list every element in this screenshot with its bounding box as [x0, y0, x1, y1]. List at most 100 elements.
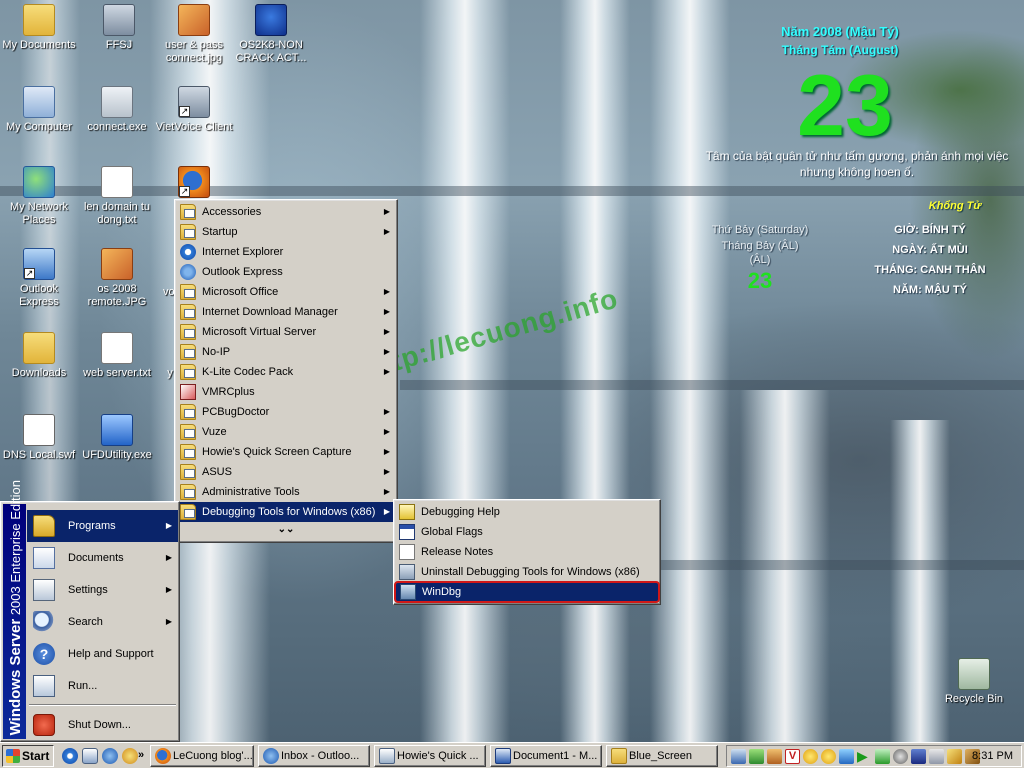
folder-icon: [23, 4, 55, 36]
program-group-icon: [180, 204, 196, 220]
programs-item-outlook-express[interactable]: Outlook Express: [175, 262, 397, 282]
programs-item-no-ip[interactable]: No-IP ▶: [175, 342, 397, 362]
desktop-icon-label: OS2K8-NON CRACK ACT...: [235, 39, 307, 64]
messenger-icon[interactable]: [803, 749, 818, 764]
desktop-icon-vietvoice[interactable]: ↗ VietVoice Client: [155, 86, 233, 134]
programs-item-pcbugdoctor[interactable]: PCBugDoctor ▶: [175, 402, 397, 422]
lunar-year-name: NĂM: MẬU TÝ: [893, 284, 967, 296]
debug-item-uninstall[interactable]: Uninstall Debugging Tools for Windows (x…: [394, 562, 660, 582]
desktop-icon-dns-local-swf[interactable]: DNS Local.swf: [0, 414, 78, 462]
programs-item-vuze[interactable]: Vuze ▶: [175, 422, 397, 442]
desktop-icon-os2008-jpg[interactable]: os 2008 remote.JPG: [78, 248, 156, 309]
desktop-icon-ufdutility[interactable]: UFDUtility.exe: [78, 414, 156, 462]
programs-item-virtual-server[interactable]: Microsoft Virtual Server ▶: [175, 322, 397, 342]
desktop-icon-os2k8[interactable]: OS2K8-NON CRACK ACT...: [232, 4, 310, 65]
desktop-icon-len-domain-txt[interactable]: len domain tu dong.txt: [78, 166, 156, 227]
quicklaunch-more-button[interactable]: »: [138, 746, 144, 764]
debug-item-global-flags[interactable]: Global Flags: [394, 522, 660, 542]
quicklaunch-desktop-icon[interactable]: [82, 748, 98, 764]
taskbar-clock[interactable]: 8:31 PM: [972, 746, 1013, 766]
desktop-icon-web-server-txt[interactable]: web server.txt: [78, 332, 156, 380]
debug-item-release-notes[interactable]: Release Notes: [394, 542, 660, 562]
computer-icon: [23, 86, 55, 118]
taskbar-button-lecuong-blog[interactable]: LeCuong blog'...: [150, 745, 254, 767]
start-item-shut-down[interactable]: Shut Down...: [27, 709, 178, 741]
debug-item-help[interactable]: Debugging Help: [394, 502, 660, 522]
usb-drive-icon: [101, 414, 133, 446]
programs-item-asus[interactable]: ASUS ▶: [175, 462, 397, 482]
application-icon: ↗: [178, 86, 210, 118]
desktop-icon-label: UFDUtility.exe: [82, 449, 152, 461]
programs-item-microsoft-office[interactable]: Microsoft Office ▶: [175, 282, 397, 302]
quicklaunch-app-icon[interactable]: [122, 748, 138, 764]
menu-item-label: Debugging Tools for Windows (x86): [202, 506, 376, 518]
desktop-icon-ffsj[interactable]: FFSJ: [80, 4, 158, 52]
menu-item-label: VMRCplus: [202, 386, 255, 398]
desktop-icon-connect-exe[interactable]: connect.exe: [78, 86, 156, 134]
os-edition: Enterprise Edition: [8, 479, 23, 583]
programs-item-startup[interactable]: Startup ▶: [175, 222, 397, 242]
tray-app-icon[interactable]: [749, 749, 764, 764]
start-menu-banner: Windows Server 2003 Enterprise Edition: [3, 480, 26, 739]
programs-menu: Accessories ▶ Startup ▶ Internet Explorer …: [174, 199, 398, 543]
desktop-icon-label: DNS Local.swf: [2, 449, 76, 461]
program-group-icon: [180, 344, 196, 360]
quicklaunch-outlook-icon[interactable]: [102, 748, 118, 764]
text-file-icon: [101, 166, 133, 198]
menu-separator: [29, 704, 176, 706]
antivirus-icon[interactable]: V: [785, 749, 800, 764]
desktop-icon-my-computer[interactable]: My Computer: [0, 86, 78, 134]
calendar-author: Khổng Tử: [928, 200, 982, 212]
debug-item-windbg[interactable]: WinDbg: [394, 581, 660, 603]
calendar-month: Tháng Tám (August): [781, 43, 899, 57]
desktop-icon-downloads[interactable]: Downloads: [0, 332, 78, 380]
documents-icon: [33, 547, 55, 569]
taskbar-button-blue-screen[interactable]: Blue_Screen: [606, 745, 718, 767]
menu-item-label: Internet Explorer: [202, 246, 284, 258]
programs-item-internet-explorer[interactable]: Internet Explorer: [175, 242, 397, 262]
programs-item-vmrcplus[interactable]: VMRCplus: [175, 382, 397, 402]
expand-more-chevron[interactable]: ⌄⌄: [175, 522, 397, 540]
program-group-icon: [180, 304, 196, 320]
tray-app-icon[interactable]: [875, 749, 890, 764]
desktop-icon-user-pass-jpg[interactable]: user & pass connect.jpg: [155, 4, 233, 65]
tray-app-icon[interactable]: [911, 749, 926, 764]
tray-app-icon[interactable]: [947, 749, 962, 764]
start-item-run[interactable]: Run...: [27, 670, 178, 702]
quicklaunch-ie-icon[interactable]: [62, 748, 78, 764]
desktop-icon-outlook-express[interactable]: ↗ Outlook Express: [0, 248, 78, 309]
menu-item-label: Global Flags: [421, 526, 483, 538]
frog-icon: [255, 4, 287, 36]
programs-item-admin-tools[interactable]: Administrative Tools ▶: [175, 482, 397, 502]
taskbar-button-document1[interactable]: Document1 - M...: [490, 745, 602, 767]
tray-app-icon[interactable]: [767, 749, 782, 764]
start-item-label: Settings: [68, 584, 108, 596]
lunar-hour: GIỜ: BÍNH TÝ: [894, 224, 966, 236]
taskbar-button-inbox[interactable]: Inbox - Outloo...: [258, 745, 370, 767]
tray-app-icon[interactable]: [839, 749, 854, 764]
submenu-arrow-icon: ▶: [165, 553, 172, 562]
tray-app-icon[interactable]: [929, 749, 944, 764]
start-item-programs[interactable]: Programs ▶: [27, 510, 178, 542]
tray-app-icon[interactable]: [893, 749, 908, 764]
programs-item-k-lite[interactable]: K-Lite Codec Pack ▶: [175, 362, 397, 382]
firefox-icon: [155, 748, 171, 764]
desktop-icon-my-network[interactable]: My Network Places: [0, 166, 78, 227]
messenger-icon[interactable]: [821, 749, 836, 764]
start-item-documents[interactable]: Documents ▶: [27, 542, 178, 574]
taskbar-button-howies[interactable]: Howie's Quick ...: [374, 745, 486, 767]
programs-item-accessories[interactable]: Accessories ▶: [175, 202, 397, 222]
submenu-arrow-icon: ▶: [383, 447, 390, 456]
programs-item-debugging-tools[interactable]: Debugging Tools for Windows (x86) ▶: [175, 502, 397, 522]
start-item-search[interactable]: Search ▶: [27, 606, 178, 638]
start-item-settings[interactable]: Settings ▶: [27, 574, 178, 606]
start-item-help[interactable]: ? Help and Support: [27, 638, 178, 670]
network-monitor-icon[interactable]: [731, 749, 746, 764]
start-button[interactable]: Start: [2, 745, 54, 767]
system-tray: V ▶ 8:31 PM: [726, 745, 1022, 767]
desktop-icon-my-documents[interactable]: My Documents: [0, 4, 78, 52]
play-icon[interactable]: ▶: [857, 749, 872, 764]
programs-item-howies[interactable]: Howie's Quick Screen Capture ▶: [175, 442, 397, 462]
desktop-icon-recycle-bin[interactable]: Recycle Bin: [935, 658, 1013, 706]
programs-item-idm[interactable]: Internet Download Manager ▶: [175, 302, 397, 322]
